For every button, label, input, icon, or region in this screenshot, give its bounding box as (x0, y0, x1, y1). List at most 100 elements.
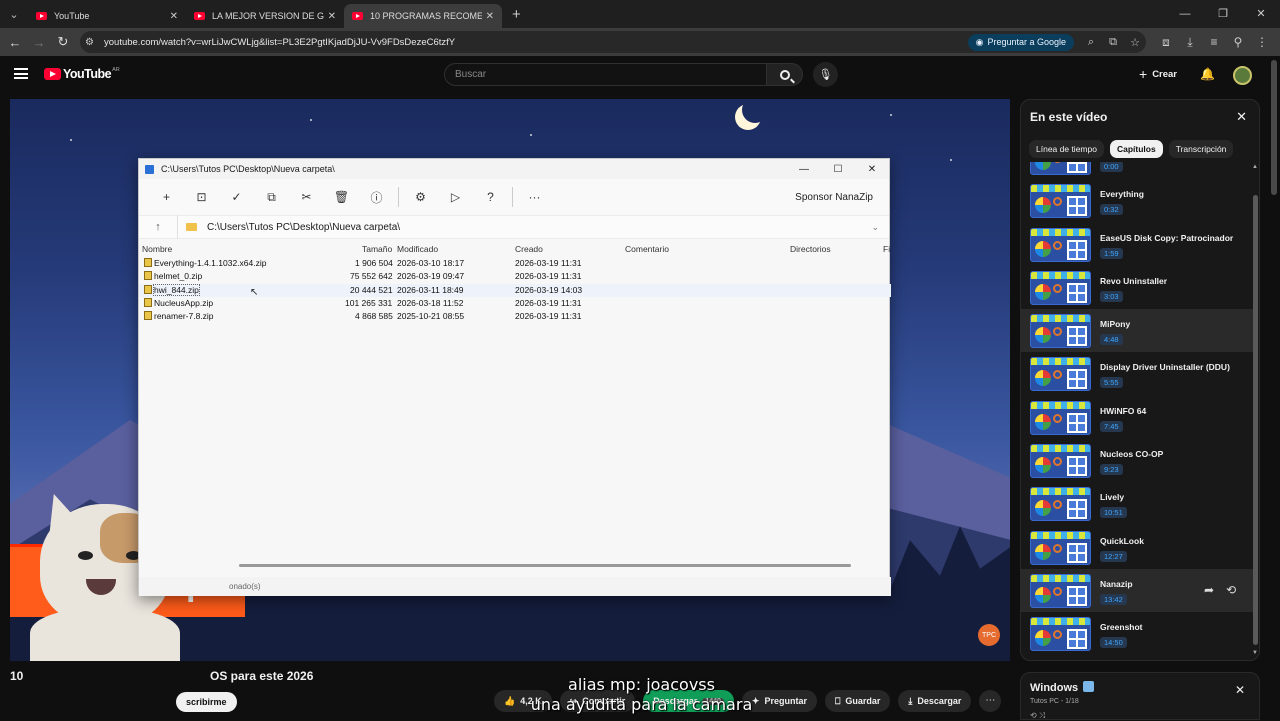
avatar[interactable] (1233, 66, 1252, 85)
chapter-item[interactable]: Revo Uninstaller 3:03 (1021, 266, 1253, 309)
maximize-icon[interactable]: ☐ (821, 164, 855, 175)
zip-file-icon (144, 284, 152, 294)
create-button[interactable]: + Crear (1139, 66, 1177, 82)
search-input[interactable]: Buscar (444, 63, 767, 86)
tab-title: 10 PROGRAMAS RECOMEN (370, 11, 482, 21)
delete-icon[interactable]: 🗑 (324, 190, 359, 204)
col-size[interactable]: Tamaño (362, 244, 392, 254)
voice-search-icon[interactable]: 🎙 (813, 62, 838, 87)
ask-google-button[interactable]: ◉ Preguntar a Google (967, 33, 1074, 51)
up-arrow-icon[interactable]: ↑ (139, 221, 177, 233)
add-icon[interactable]: + (149, 190, 184, 204)
mouse-cursor-icon: ↖ (250, 287, 259, 298)
zoom-icon[interactable]: ⌕ (1080, 36, 1102, 49)
help-icon[interactable]: ? (473, 190, 508, 204)
file-row[interactable]: NucleusApp.zip 101 265 331 2026-03-18 11… (139, 297, 891, 310)
chapter-item[interactable]: Display Driver Uninstaller (DDU) 5:55 (1021, 352, 1253, 395)
more-icon[interactable]: ··· (517, 190, 552, 204)
tab-chapters[interactable]: Capítulos (1109, 140, 1163, 158)
install-app-icon[interactable]: ⧉ (1102, 36, 1124, 49)
maximize-icon[interactable]: ❐ (1204, 0, 1242, 28)
panel-scrollbar[interactable] (1253, 195, 1258, 645)
chapter-thumbnail (1030, 617, 1091, 652)
browser-tab-1[interactable]: YouTube ✕ (28, 4, 186, 28)
chapter-item[interactable]: Nucleos CO-OP 9:23 (1021, 439, 1253, 482)
tab-search-chevron-icon[interactable]: ⌄ (0, 0, 28, 28)
col-comment[interactable]: Comentario (625, 244, 669, 254)
tab-timeline[interactable]: Línea de tiempo (1029, 140, 1104, 158)
channel-watermark-icon[interactable]: TPC (978, 624, 1000, 646)
reload-icon[interactable]: ↻ (51, 34, 75, 50)
browser-tab-2[interactable]: LA MEJOR VERSION DE GTA SA ✕ (186, 4, 344, 28)
downloads-icon[interactable]: ⤓ (1178, 35, 1202, 50)
page-scrollbar[interactable] (1271, 60, 1277, 195)
hamburger-menu-icon[interactable] (14, 68, 28, 79)
extensions-icon[interactable]: ⧈ (1154, 35, 1178, 50)
chapter-item[interactable]: QuickLook 12:27 (1021, 526, 1253, 569)
chapter-item[interactable]: Everything 0:32 (1021, 179, 1253, 222)
chapter-item[interactable]: Greenshot 14:50 (1021, 612, 1253, 655)
close-icon[interactable]: ✕ (1235, 683, 1245, 697)
file-row[interactable]: renamer-7.8.zip 4 868 585 2025-10-21 08:… (139, 310, 891, 323)
browser-tab-3[interactable]: 10 PROGRAMAS RECOMEN ✕ (344, 4, 502, 28)
col-name[interactable]: Nombre (142, 244, 172, 254)
path-input[interactable]: C:\Users\Tutos PC\Desktop\Nueva carpeta\… (177, 215, 879, 239)
site-info-icon[interactable]: ⚙ (85, 37, 101, 48)
share-icon[interactable]: ➦ (1204, 583, 1214, 597)
minimize-icon[interactable]: — (787, 164, 821, 175)
chapter-item[interactable]: EaseUS Disk Copy: Patrocinador 1:59 (1021, 223, 1253, 266)
benchmark-play-icon[interactable]: ▷ (438, 190, 473, 204)
col-created[interactable]: Creado (515, 244, 543, 254)
col-fi[interactable]: Fi (883, 244, 890, 254)
scroll-down-icon[interactable]: ▼ (1252, 650, 1258, 656)
forward-icon[interactable]: → (27, 35, 51, 50)
copy-icon[interactable]: ⧉ (254, 190, 289, 205)
youtube-logo[interactable]: YouTube AR (44, 67, 120, 81)
close-tab-icon[interactable]: ✕ (170, 11, 178, 22)
zip-file-icon (144, 258, 152, 267)
close-window-icon[interactable]: ✕ (1242, 0, 1280, 28)
settings-gear-icon[interactable]: ⚙ (403, 190, 438, 204)
chapter-item[interactable]: HWiNFO 64 7:45 (1021, 396, 1253, 439)
notifications-bell-icon[interactable]: 🔔 (1200, 67, 1215, 81)
menu-icon[interactable]: ⋮ (1250, 35, 1274, 49)
col-modified[interactable]: Modificado (397, 244, 438, 254)
chapter-item[interactable]: MiPony 4:48 (1021, 309, 1253, 353)
path-bar: ↑ C:\Users\Tutos PC\Desktop\Nueva carpet… (139, 215, 889, 239)
search-button[interactable] (766, 63, 803, 86)
tab-transcript[interactable]: Transcripción (1168, 140, 1234, 158)
close-icon[interactable]: ✕ (1236, 109, 1247, 125)
chapter-item[interactable]: Lively 10:51 (1021, 482, 1253, 525)
extract-icon[interactable]: ⊡ (184, 190, 219, 204)
chapter-thumbnail (1030, 270, 1091, 305)
back-icon[interactable]: ← (3, 35, 27, 50)
col-dirs[interactable]: Directorios (790, 244, 831, 254)
window-controls: — ❐ ✕ (1166, 0, 1280, 28)
new-tab-icon[interactable]: + (512, 6, 521, 23)
sponsor-button[interactable]: Sponsor NanaZip (789, 188, 879, 207)
chapter-item[interactable]: Nanazip 13:42 ➦ ⟲ (1021, 568, 1253, 613)
minimize-icon[interactable]: — (1166, 0, 1204, 28)
close-icon[interactable]: ✕ (855, 164, 889, 175)
tab-title: YouTube (54, 11, 90, 21)
address-bar[interactable]: ⚙ youtube.com/watch?v=wrLiJwCWLjg&list=P… (80, 31, 1146, 53)
chapter-thumbnail (1030, 314, 1091, 349)
pin-icon[interactable]: ⚲ (1226, 35, 1250, 49)
chevron-down-icon[interactable]: ⌄ (871, 222, 879, 233)
scroll-up-icon[interactable]: ▲ (1252, 164, 1258, 170)
file-row[interactable]: helmet_0.zip 75 552 642 2026-03-19 09:47… (139, 270, 891, 283)
url-text[interactable]: youtube.com/watch?v=wrLiJwCWLjg&list=PL3… (104, 37, 968, 48)
chapter-item[interactable]: 0:00 (1021, 162, 1253, 179)
playlist-title[interactable]: Windows (1030, 681, 1095, 694)
info-icon[interactable]: ⓘ (359, 189, 394, 206)
test-check-icon[interactable]: ✓ (219, 190, 254, 204)
close-tab-icon[interactable]: ✕ (328, 11, 336, 22)
file-row[interactable]: Everything-1.4.1.1032.x64.zip 1 906 504 … (139, 257, 891, 270)
horizontal-scrollbar[interactable] (239, 564, 851, 567)
close-tab-icon[interactable]: ✕ (486, 11, 494, 22)
repeat-icon[interactable]: ⟲ (1226, 583, 1236, 597)
bookmark-star-icon[interactable]: ☆ (1124, 36, 1146, 49)
plus-icon: + (1139, 66, 1148, 82)
reading-list-icon[interactable]: ≡ (1202, 35, 1226, 49)
move-scissors-icon[interactable]: ✂ (289, 190, 324, 204)
